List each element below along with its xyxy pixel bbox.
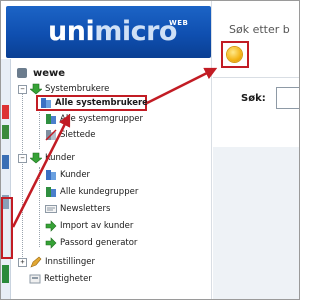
right-separator <box>213 77 299 78</box>
green-down-arrow-icon <box>30 83 42 95</box>
collapse-toggle-icon[interactable]: − <box>18 84 27 94</box>
logo-suffix: WEB <box>169 19 189 27</box>
tree-label-passord-generator: Passord generator <box>60 238 138 248</box>
tree-node-alle-systembrukere[interactable]: Alle systembrukere <box>40 96 148 110</box>
highlight-box-sun <box>221 41 249 68</box>
tree-label-import-av-kunder: Import av kunder <box>60 221 134 231</box>
app-logo[interactable]: unimicro <box>48 16 177 47</box>
green-down-arrow-icon <box>30 152 42 164</box>
green-tool-icon[interactable] <box>2 125 9 139</box>
left-toolbar-strip <box>1 59 11 299</box>
expand-toggle-icon[interactable]: + <box>18 257 27 267</box>
tree-node-kunder-list[interactable]: Kunder <box>45 168 90 182</box>
tree-node-innstillinger[interactable]: + Innstillinger <box>18 255 95 269</box>
collapse-toggle-icon[interactable]: − <box>18 153 27 163</box>
tree-node-import-av-kunder[interactable]: Import av kunder <box>45 219 133 233</box>
tree-line-main <box>22 89 23 259</box>
tree-label-alle-kundegrupper: Alle kundegrupper <box>60 187 139 197</box>
tree-node-alle-systemgrupper[interactable]: Alle systemgrupper <box>45 112 143 126</box>
customers-icon <box>46 170 56 180</box>
tree-label-alle-systemgrupper: Alle systemgrupper <box>60 114 143 124</box>
screenshot-frame: unimicro WEB wewe − Systembrukere Alle s… <box>0 0 300 300</box>
tree-label-innstillinger: Innstillinger <box>45 257 95 267</box>
tree-node-kunder[interactable]: − Kunder <box>18 151 75 165</box>
newsletter-icon <box>45 205 57 213</box>
tree-node-passord-generator[interactable]: Passord generator <box>45 236 137 250</box>
right-gray-area <box>213 147 299 299</box>
import-arrow-icon <box>45 220 57 232</box>
tree-line-kunder <box>39 167 40 247</box>
user-icon <box>17 68 27 78</box>
sun-icon[interactable] <box>227 47 242 62</box>
red-tool-icon[interactable] <box>2 105 9 119</box>
tree-label-systembrukere: Systembrukere <box>45 84 110 94</box>
users-icon <box>41 98 51 108</box>
tree-node-alle-kundegrupper[interactable]: Alle kundegrupper <box>45 185 138 199</box>
tree-node-systembrukere[interactable]: − Systembrukere <box>18 82 109 96</box>
highlight-box-left <box>1 197 13 259</box>
logo-accent: micro <box>94 16 177 47</box>
tree-label-kunder-child: Kunder <box>60 170 91 180</box>
app-logo-banner: unimicro WEB <box>6 6 211 58</box>
permissions-icon <box>29 274 41 284</box>
blue-tool-icon[interactable] <box>2 155 9 169</box>
tree-label-rettigheter: Rettigheter <box>44 274 92 284</box>
tree-node-newsletters[interactable]: Newsletters <box>45 202 110 216</box>
tree-user-label: wewe <box>33 67 66 79</box>
search-title: Søk etter b <box>229 23 290 36</box>
logo-main: uni <box>48 16 95 47</box>
password-arrow-icon <box>45 237 57 249</box>
tree-label-newsletters: Newsletters <box>60 204 111 214</box>
arrow-to-sun-icon <box>146 67 218 105</box>
search-input[interactable] <box>276 87 299 109</box>
tree-label-slettede: Slettede <box>60 130 96 140</box>
deleted-users-icon <box>45 129 57 141</box>
tree-node-slettede[interactable]: Slettede <box>45 128 96 142</box>
tree-node-rettigheter[interactable]: Rettigheter <box>29 272 92 286</box>
customer-groups-icon <box>46 187 56 197</box>
tree-label-kunder: Kunder <box>45 153 76 163</box>
tree-label-alle-systembrukere: Alle systembrukere <box>55 98 148 108</box>
users-tool-icon[interactable] <box>2 265 9 283</box>
tree-user-row[interactable]: wewe <box>17 66 65 80</box>
search-label: Søk: <box>241 93 266 104</box>
settings-pencil-icon <box>30 256 42 268</box>
groups-icon <box>46 114 56 124</box>
